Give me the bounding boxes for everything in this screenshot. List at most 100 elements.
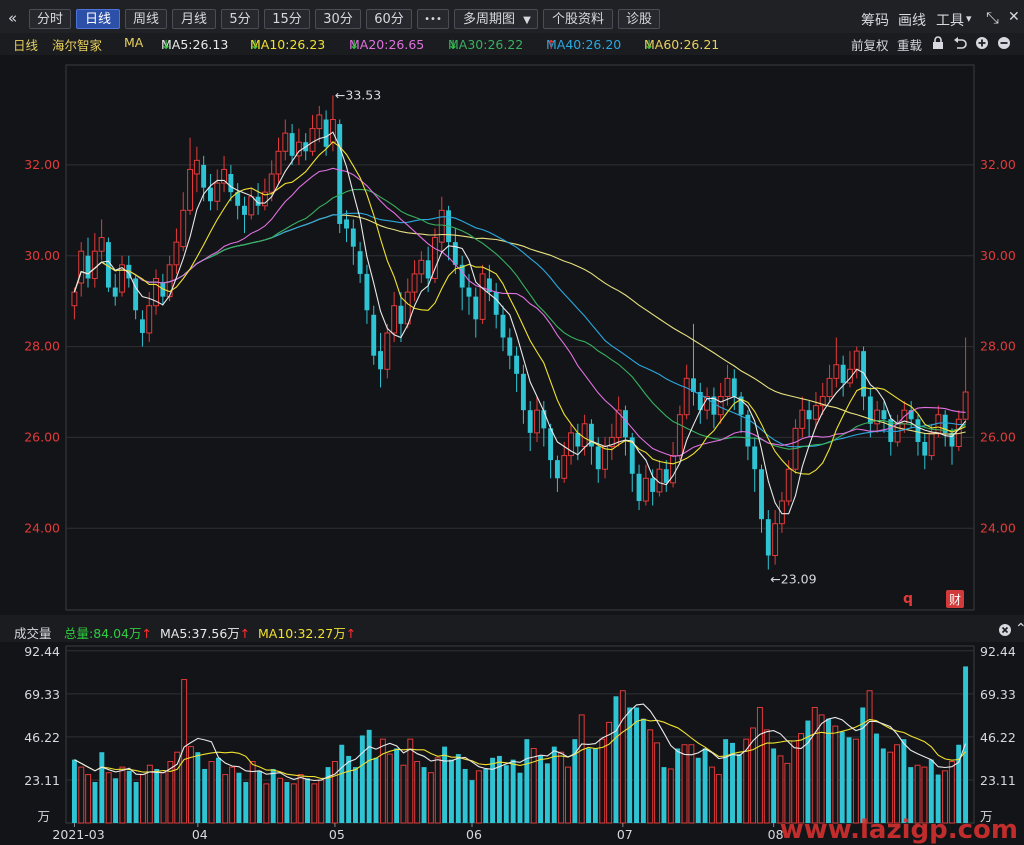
volume-bar [78,766,85,824]
volume-bar [249,761,256,824]
volume-chart[interactable]: 92.44 92.44 69.33 69.33 46.22 46.22 23.11 23.11… [0,642,1024,845]
volume-bar [640,718,646,823]
candle [479,264,486,324]
volume-bar [715,774,722,824]
volume-bar [229,766,236,824]
chips-button[interactable]: 筹码 [861,10,889,30]
volume-bar [592,748,598,823]
stock-name: 海尔智家 [52,38,103,53]
tools-button[interactable]: 工具 [936,10,964,30]
ma-label[interactable]: MA [124,35,143,50]
volume-y-tick-left: 92.44 [24,644,60,659]
volume-bar [339,744,345,823]
volume-bar [606,721,613,824]
tab-monthly[interactable]: 月线 [172,9,216,29]
more-button[interactable]: ••• [417,9,449,29]
undo-icon[interactable] [953,36,967,50]
volume-bar [811,706,818,824]
volume-bar [442,746,448,823]
volume-bar [222,774,229,824]
volume-bar [421,767,427,823]
volume-bar [688,744,695,824]
restore-price-button[interactable]: 前复权 [851,35,889,54]
volume-y-tick-left: 46.22 [24,730,60,745]
volume-bar [866,690,873,824]
price-y-tick-right: 26.00 [980,429,1016,444]
volume-bar [318,779,325,824]
tab-15min[interactable]: 15分 [264,9,310,29]
volume-bar [215,757,221,823]
stock-info-button[interactable]: 个股资料 [543,9,613,29]
tab-daily[interactable]: 日线 [76,9,120,29]
volume-bar [490,757,496,823]
volume-y-tick-right: 23.11 [980,773,1016,788]
volume-bar [366,729,372,823]
volume-bar [434,757,441,824]
volume-bar [427,772,434,824]
volume-bar [284,782,290,823]
expand-icon[interactable]: ⌃ [1015,621,1024,637]
tab-weekly[interactable]: 周线 [125,9,167,29]
zoom-in-icon[interactable] [975,36,989,50]
volume-bar [71,759,77,823]
volume-bar [846,737,852,823]
volume-bar [373,757,379,823]
volume-y-tick-right: 69.33 [980,687,1016,702]
price-panel-bg [0,55,1024,615]
tab-60min[interactable]: 60分 [366,9,412,29]
multi-period-dropdown[interactable]: 多周期图 ▼ [454,9,538,29]
draw-line-button[interactable]: 画线 [898,10,926,30]
watermark: www.lazigp.com [780,815,1018,845]
volume-bar [414,761,421,824]
volume-bar [113,778,119,823]
volume-bar [948,761,955,824]
volume-ma5: MA5:37.56万↑ [160,626,251,641]
zoom-out-icon[interactable] [997,36,1011,50]
volume-bar [195,752,201,823]
diagnose-button[interactable]: 诊股 [618,9,660,29]
volume-bar [126,770,132,823]
volume-bar [681,744,688,824]
price-chart[interactable]: 32.00 32.00 30.00 30.00 28.00 28.00 26.00 26.00… [0,55,1024,615]
lock-icon[interactable] [932,36,944,50]
volume-bar [675,748,681,823]
volume-bar [873,733,879,823]
tab-fenshi[interactable]: 分时 [29,9,71,29]
volume-bar [928,759,934,823]
tab-5min[interactable]: 5分 [221,9,259,29]
volume-bar [627,707,633,823]
resize-icon[interactable]: ⤡ [986,8,999,28]
tools-dropdown-icon[interactable]: ▾ [966,12,972,25]
volume-bar [647,729,654,824]
price-y-tick-left: 32.00 [24,157,60,172]
volume-bar [379,738,386,824]
price-y-tick-right: 24.00 [980,520,1016,535]
volume-bar [290,783,297,824]
volume-bar [400,764,407,824]
volume-bar [160,772,167,824]
month-label: 05 [329,827,345,842]
volume-bar [524,739,530,823]
volume-bar [791,740,798,824]
volume-bar [140,774,146,824]
price-y-tick-right: 32.00 [980,157,1016,172]
collapse-icon[interactable]: « [8,9,17,27]
volume-bar [394,748,400,823]
volume-bar [661,767,667,823]
month-label: 2021-03 [52,827,104,842]
volume-bar [311,783,318,824]
volume-bar [901,739,907,823]
volume-bar [483,768,489,823]
top-toolbar: « 分时 日线 周线 月线 5分 15分 30分 60分 ••• 多周期图 ▼ … [0,0,1024,33]
volume-bar [469,780,475,823]
volume-bar [503,765,509,823]
tab-30min[interactable]: 30分 [315,9,361,29]
close-icon[interactable]: ✕ [1008,9,1020,25]
price-y-tick-left: 28.00 [24,339,60,354]
finance-marker: 财 [949,593,961,607]
volume-bar [702,748,708,823]
close-panel-icon[interactable] [998,623,1012,637]
reload-button[interactable]: 重载 [897,35,922,54]
candle [337,119,343,234]
volume-bar [613,696,619,823]
